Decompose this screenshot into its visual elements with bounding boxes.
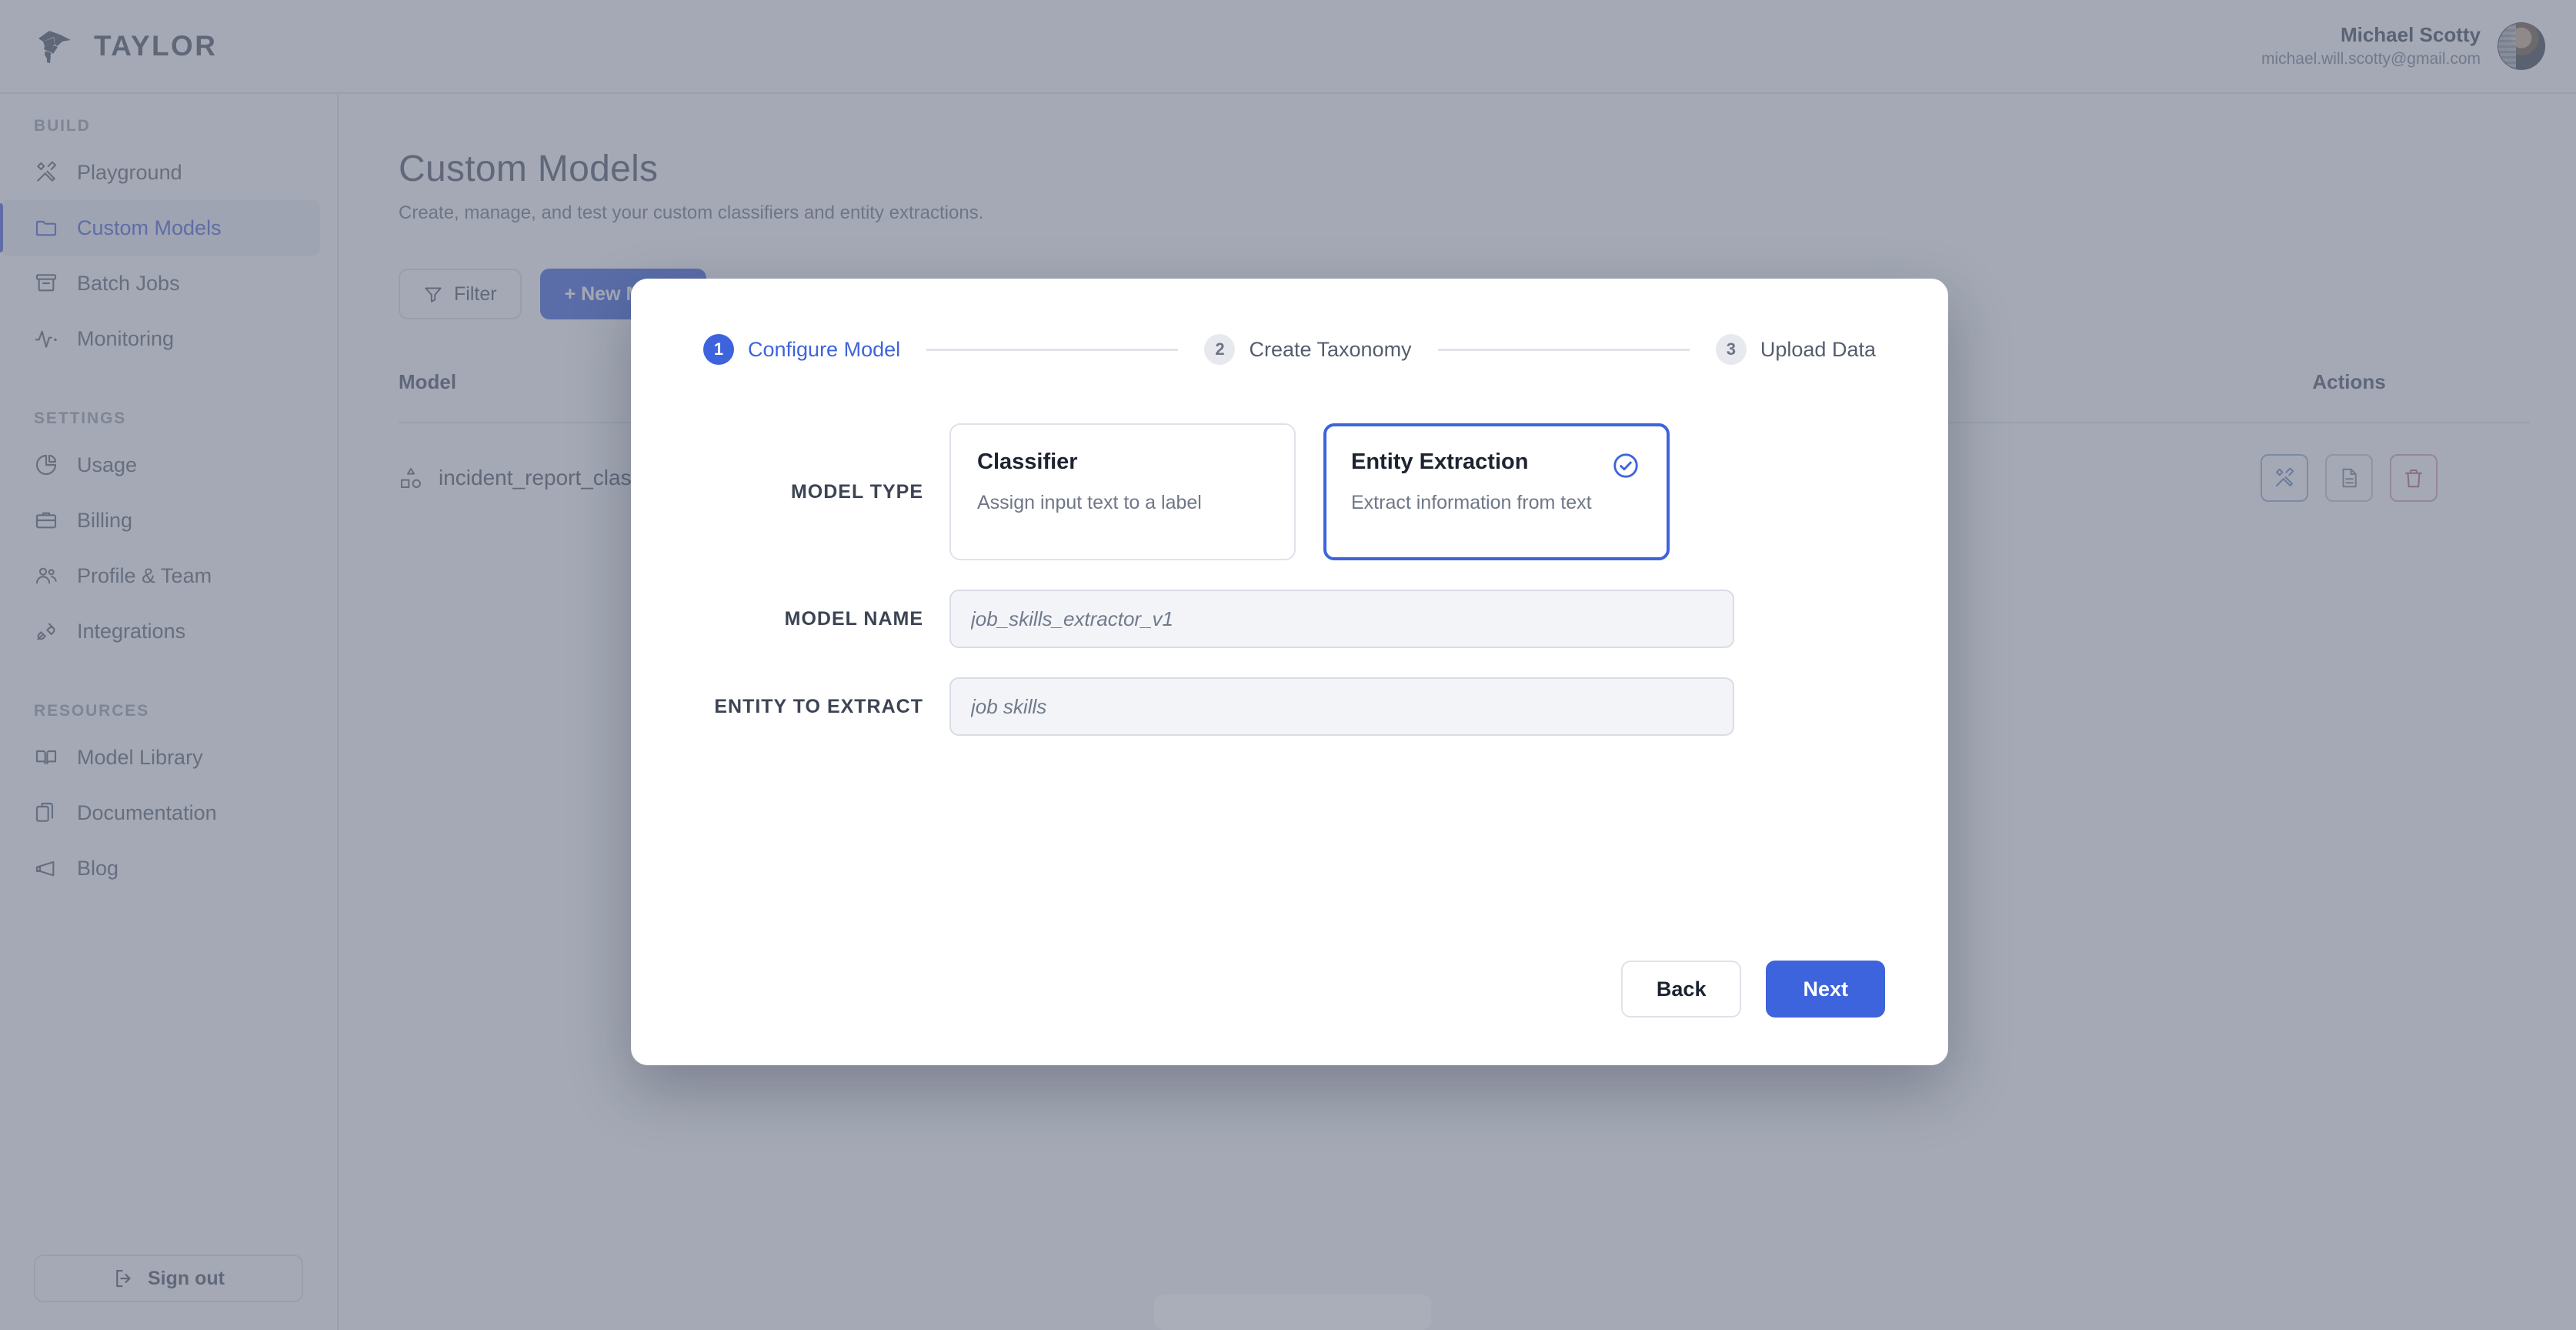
model-type-row: MODEL TYPE Classifier Assign input text … (688, 423, 1891, 560)
card-title: Classifier (977, 449, 1078, 474)
card-description: Extract information from text (1351, 492, 1592, 513)
step-number: 3 (1715, 334, 1747, 365)
entity-to-extract-label: ENTITY TO EXTRACT (714, 695, 923, 717)
model-name-label: MODEL NAME (784, 607, 923, 630)
step-configure-model[interactable]: 1 Configure Model (703, 334, 900, 365)
model-name-row: MODEL NAME (688, 590, 1891, 648)
step-number: 1 (703, 334, 734, 365)
modal-footer: Back Next (688, 961, 1891, 1065)
step-create-taxonomy[interactable]: 2 Create Taxonomy (1204, 334, 1412, 365)
circle-check-icon (1613, 453, 1638, 478)
entity-to-extract-row: ENTITY TO EXTRACT (688, 677, 1891, 736)
back-button[interactable]: Back (1620, 961, 1742, 1018)
background-ghost-element (1154, 1295, 1431, 1330)
next-button[interactable]: Next (1766, 961, 1885, 1018)
step-label: Create Taxonomy (1249, 337, 1412, 361)
card-title: Entity Extraction (1351, 449, 1529, 474)
new-model-wizard-modal: 1 Configure Model 2 Create Taxonomy 3 Up… (631, 279, 1948, 1065)
model-type-options: Classifier Assign input text to a label … (949, 423, 1670, 560)
model-type-card-entity-extraction[interactable]: Entity Extraction Extract information fr… (1323, 423, 1670, 560)
step-label: Configure Model (748, 337, 901, 361)
card-description: Assign input text to a label (977, 492, 1202, 513)
step-connector (926, 348, 1179, 351)
step-label: Upload Data (1760, 337, 1876, 361)
configure-model-form: MODEL TYPE Classifier Assign input text … (688, 423, 1891, 765)
step-connector (1437, 348, 1690, 351)
model-type-label: MODEL TYPE (790, 480, 923, 503)
step-upload-data[interactable]: 3 Upload Data (1715, 334, 1876, 365)
wizard-stepper: 1 Configure Model 2 Create Taxonomy 3 Up… (688, 325, 1891, 365)
step-number: 2 (1204, 334, 1236, 365)
model-type-card-classifier[interactable]: Classifier Assign input text to a label (949, 423, 1296, 560)
entity-to-extract-input[interactable] (949, 677, 1734, 736)
model-name-input[interactable] (949, 590, 1734, 648)
